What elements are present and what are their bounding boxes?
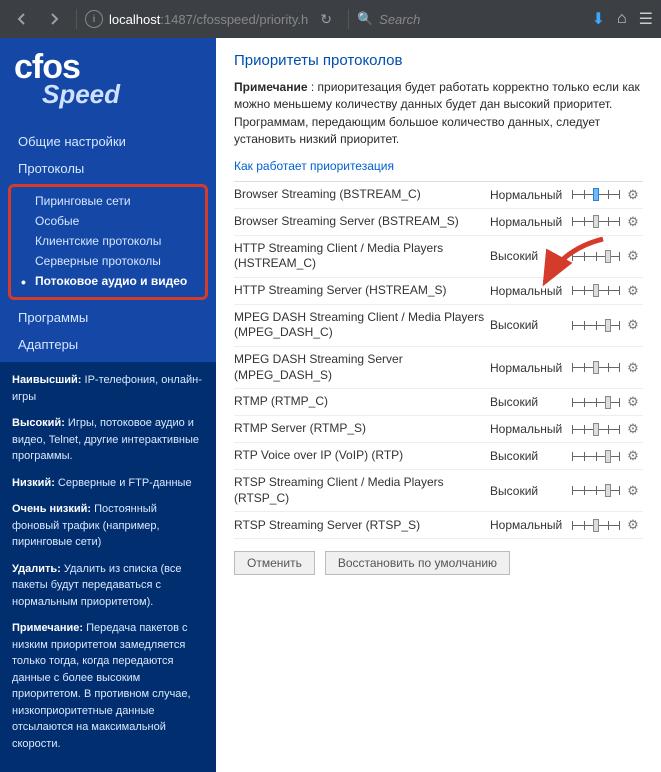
- protocol-name: RTMP (RTMP_C): [234, 394, 490, 410]
- how-it-works-link[interactable]: Как работает приоритезация: [234, 159, 643, 173]
- gear-icon[interactable]: ⚙: [623, 283, 643, 299]
- protocol-priority: Нормальный: [490, 422, 568, 436]
- priority-slider[interactable]: [568, 190, 623, 199]
- nav-sub-server[interactable]: Серверные протоколы: [17, 251, 199, 271]
- protocol-priority: Высокий: [490, 318, 568, 332]
- gear-icon[interactable]: ⚙: [623, 187, 643, 203]
- page-title: Приоритеты протоколов: [234, 52, 643, 69]
- gear-icon[interactable]: ⚙: [623, 360, 643, 376]
- legend: Наивысший: IP-телефония, онлайн-игры Выс…: [0, 362, 216, 772]
- gear-icon[interactable]: ⚙: [623, 394, 643, 410]
- url-box[interactable]: i localhost:1487/cfosspeed/priority.h: [85, 10, 308, 28]
- menu-icon[interactable]: ☰: [639, 9, 653, 29]
- protocol-row: RTMP (RTMP_C)Высокий ⚙: [234, 389, 643, 416]
- protocol-row: HTTP Streaming Server (HSTREAM_S)Нормаль…: [234, 278, 643, 305]
- info-icon[interactable]: i: [85, 10, 103, 28]
- logo-brand2: Speed: [42, 79, 202, 110]
- priority-slider[interactable]: [568, 521, 623, 530]
- protocol-priority: Высокий: [490, 249, 568, 263]
- protocol-priority: Нормальный: [490, 284, 568, 298]
- gear-icon[interactable]: ⚙: [623, 483, 643, 499]
- protocol-row: RTSP Streaming Client / Media Players (R…: [234, 470, 643, 512]
- protocol-priority: Нормальный: [490, 361, 568, 375]
- gear-icon[interactable]: ⚙: [623, 421, 643, 437]
- nav-adapters[interactable]: Адаптеры: [0, 331, 216, 358]
- protocol-row: MPEG DASH Streaming Client / Media Playe…: [234, 305, 643, 347]
- protocol-row: Browser Streaming Server (BSTREAM_S)Норм…: [234, 209, 643, 236]
- protocol-row: Browser Streaming (BSTREAM_C)Нормальный ⚙: [234, 182, 643, 209]
- protocol-name: RTMP Server (RTMP_S): [234, 421, 490, 437]
- download-icon[interactable]: ⬇: [592, 9, 605, 29]
- sidebar: cfos Speed Общие настройки Протоколы Пир…: [0, 38, 216, 747]
- url-path: /cfosspeed/priority.h: [193, 12, 308, 27]
- protocol-row: RTMP Server (RTMP_S)Нормальный ⚙: [234, 416, 643, 443]
- protocol-name: MPEG DASH Streaming Server (MPEG_DASH_S): [234, 352, 490, 383]
- url-port: :1487: [160, 12, 193, 27]
- protocol-name: HTTP Streaming Client / Media Players (H…: [234, 241, 490, 272]
- nav-sub-group: Пиринговые сети Особые Клиентские проток…: [8, 184, 208, 300]
- protocol-name: RTSP Streaming Client / Media Players (R…: [234, 475, 490, 506]
- back-button[interactable]: [8, 5, 36, 33]
- nav-programs[interactable]: Программы: [0, 304, 216, 331]
- url-host: localhost: [109, 12, 160, 27]
- protocol-priority: Высокий: [490, 484, 568, 498]
- reset-button[interactable]: Восстановить по умолчанию: [325, 551, 510, 575]
- gear-icon[interactable]: ⚙: [623, 248, 643, 264]
- priority-slider[interactable]: [568, 252, 623, 261]
- nav-sub-p2p[interactable]: Пиринговые сети: [17, 191, 199, 211]
- protocol-name: Browser Streaming (BSTREAM_C): [234, 187, 490, 203]
- gear-icon[interactable]: ⚙: [623, 214, 643, 230]
- logo: cfos Speed: [0, 38, 216, 124]
- protocol-name: Browser Streaming Server (BSTREAM_S): [234, 214, 490, 230]
- nav-sub-streaming[interactable]: Потоковое аудио и видео: [17, 271, 199, 291]
- priority-slider[interactable]: [568, 321, 623, 330]
- gear-icon[interactable]: ⚙: [623, 448, 643, 464]
- protocol-priority: Высокий: [490, 395, 568, 409]
- gear-icon[interactable]: ⚙: [623, 317, 643, 333]
- protocol-name: RTSP Streaming Server (RTSP_S): [234, 518, 490, 534]
- priority-slider[interactable]: [568, 217, 623, 226]
- protocol-table: Browser Streaming (BSTREAM_C)Нормальный⚙…: [234, 181, 643, 540]
- protocol-name: MPEG DASH Streaming Client / Media Playe…: [234, 310, 490, 341]
- search-icon: 🔍: [357, 11, 373, 27]
- nav-sub-special[interactable]: Особые: [17, 211, 199, 231]
- priority-slider[interactable]: [568, 398, 623, 407]
- browser-toolbar: i localhost:1487/cfosspeed/priority.h ↻ …: [0, 0, 661, 38]
- search-box[interactable]: 🔍 Search: [357, 11, 588, 27]
- protocol-priority: Нормальный: [490, 188, 568, 202]
- search-placeholder: Search: [379, 12, 420, 27]
- protocol-priority: Нормальный: [490, 518, 568, 532]
- home-icon[interactable]: ⌂: [617, 10, 627, 28]
- priority-slider[interactable]: [568, 452, 623, 461]
- forward-button[interactable]: [40, 5, 68, 33]
- priority-slider[interactable]: [568, 286, 623, 295]
- protocol-priority: Высокий: [490, 449, 568, 463]
- protocol-row: MPEG DASH Streaming Server (MPEG_DASH_S)…: [234, 347, 643, 389]
- note: Примечание : приоритезация будет работат…: [234, 79, 643, 149]
- divider: [348, 9, 349, 29]
- protocol-name: HTTP Streaming Server (HSTREAM_S): [234, 283, 490, 299]
- priority-slider[interactable]: [568, 363, 623, 372]
- reload-button[interactable]: ↻: [320, 11, 332, 28]
- protocol-name: RTP Voice over IP (VoIP) (RTP): [234, 448, 490, 464]
- protocol-row: RTP Voice over IP (VoIP) (RTP)Высокий ⚙: [234, 443, 643, 470]
- protocol-row: RTSP Streaming Server (RTSP_S)Нормальный…: [234, 512, 643, 539]
- protocol-row: HTTP Streaming Client / Media Players (H…: [234, 236, 643, 278]
- cancel-button[interactable]: Отменить: [234, 551, 315, 575]
- gear-icon[interactable]: ⚙: [623, 517, 643, 533]
- protocol-priority: Нормальный: [490, 215, 568, 229]
- nav-general[interactable]: Общие настройки: [0, 128, 216, 155]
- divider: [76, 9, 77, 29]
- priority-slider[interactable]: [568, 486, 623, 495]
- nav-protocols[interactable]: Протоколы: [0, 155, 216, 182]
- main-content: Приоритеты протоколов Примечание : приор…: [216, 38, 661, 747]
- nav-sub-client[interactable]: Клиентские протоколы: [17, 231, 199, 251]
- nav: Общие настройки Протоколы Пиринговые сет…: [0, 124, 216, 362]
- priority-slider[interactable]: [568, 425, 623, 434]
